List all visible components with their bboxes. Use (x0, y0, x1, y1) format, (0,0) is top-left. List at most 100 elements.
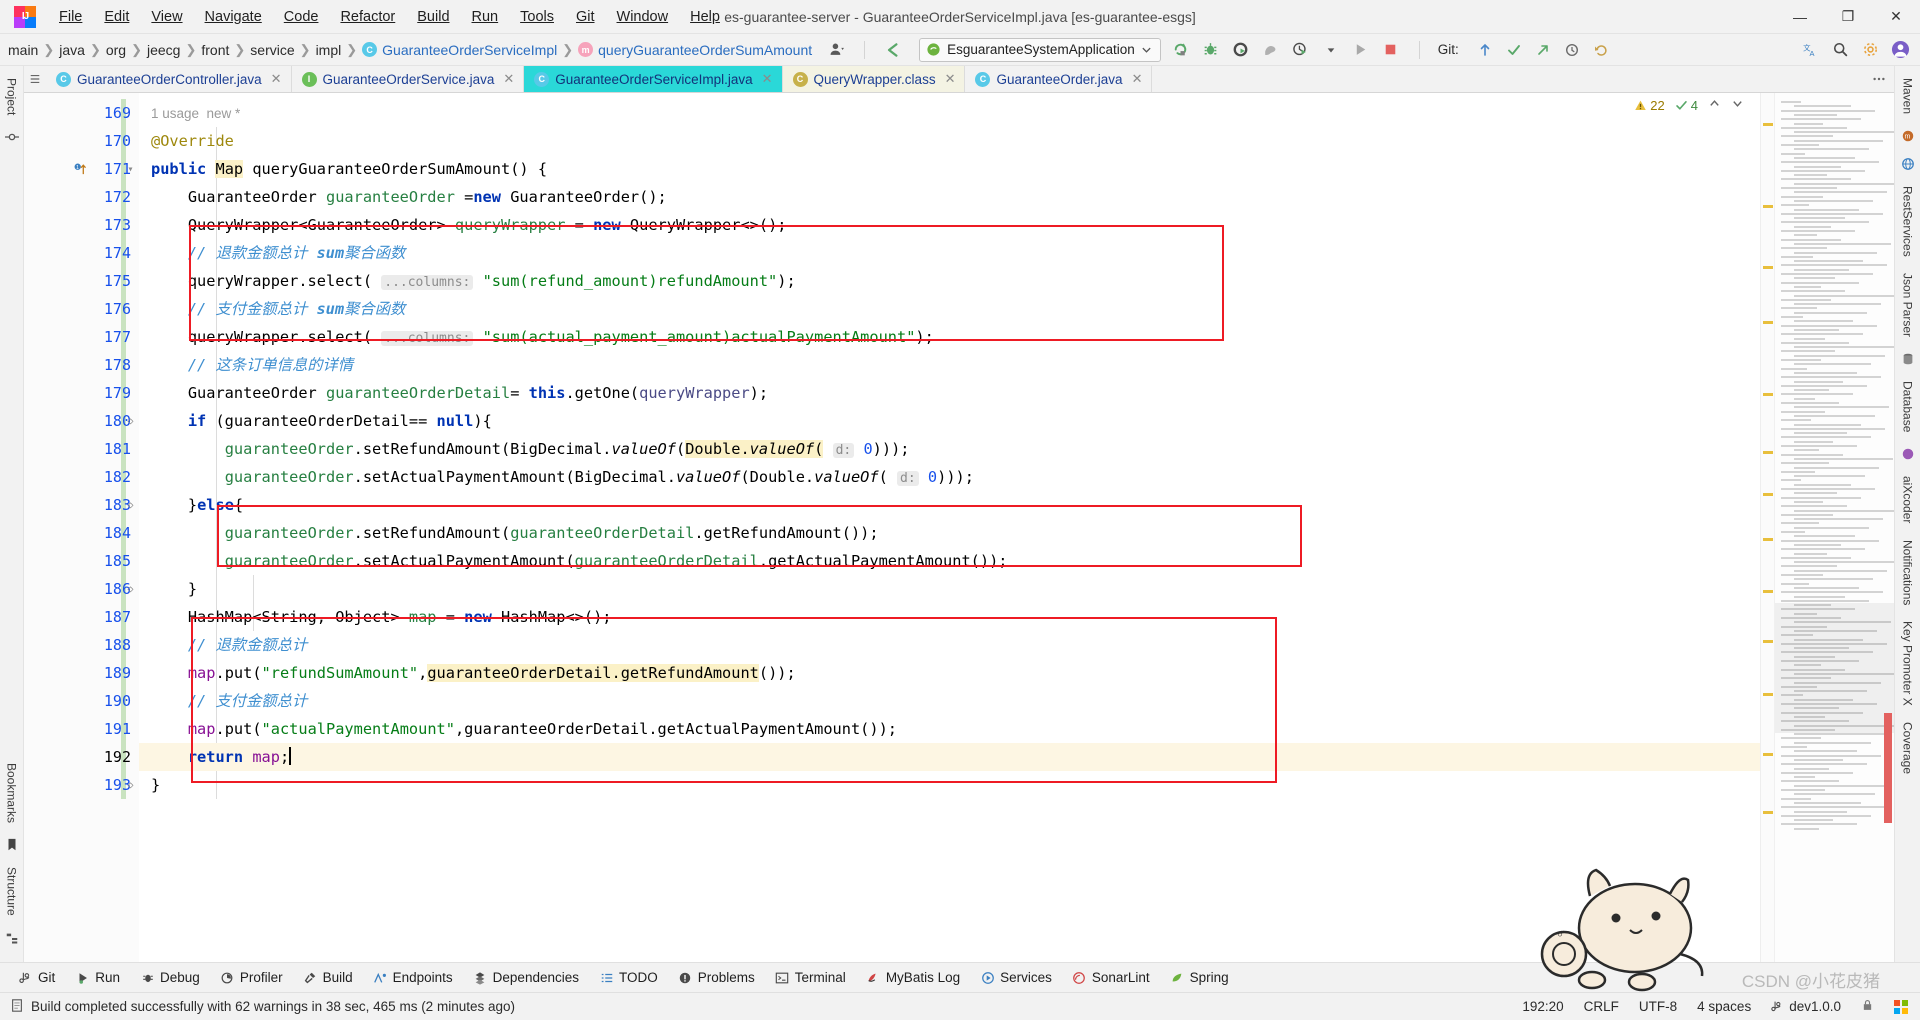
structure-rail-icon[interactable] (4, 930, 20, 946)
tab-guarantee-order-controller[interactable]: C GuaranteeOrderController.java ✕ (46, 66, 292, 92)
stripe-marker-warning[interactable] (1763, 493, 1773, 496)
gutter-line-186[interactable]: 186 ◇ (24, 575, 139, 603)
lock-icon[interactable] (1861, 998, 1874, 1015)
code-line-188[interactable]: // 退款金额总计 (139, 631, 1760, 659)
code-line-186[interactable]: } (139, 575, 1760, 603)
gutter-line-189[interactable]: 189 (24, 659, 139, 687)
close-icon[interactable]: ✕ (945, 71, 956, 87)
stripe-marker-warning[interactable] (1763, 538, 1773, 541)
breadcrumb-java[interactable]: java ❯ (59, 42, 106, 58)
git-push-icon[interactable] (1533, 40, 1553, 60)
run-configuration-selector[interactable]: EsguaranteeSystemApplication (919, 37, 1161, 62)
stripe-marker-warning[interactable] (1763, 693, 1773, 696)
tab-overflow-button[interactable] (1864, 66, 1894, 92)
toolwindow-services[interactable]: Services (970, 965, 1062, 991)
code-line-178[interactable]: // 这条订单信息的详情 (139, 351, 1760, 379)
gutter-line-193[interactable]: 193 ◇ (24, 771, 139, 799)
gutter-line-179[interactable]: 179 (24, 379, 139, 407)
minimap-viewport[interactable] (1775, 603, 1894, 733)
menu-edit[interactable]: Edit (93, 5, 140, 29)
close-icon[interactable]: ✕ (271, 71, 282, 87)
indent-setting[interactable]: 4 spaces (1697, 999, 1751, 1014)
gutter-line-176[interactable]: 176 (24, 295, 139, 323)
toolwindow-endpoints[interactable]: Endpoints (363, 965, 463, 991)
git-rollback-icon[interactable] (1591, 40, 1611, 60)
menu-run[interactable]: Run (461, 5, 510, 29)
settings-icon[interactable] (1860, 40, 1880, 60)
profiler-icon[interactable] (1261, 40, 1281, 60)
stripe-marker-warning[interactable] (1763, 811, 1773, 814)
breadcrumb-impl[interactable]: impl ❯ (316, 42, 363, 58)
gutter-line-180[interactable]: 180 ◇ (24, 407, 139, 435)
minimize-button[interactable]: — (1776, 0, 1824, 34)
gutter-line-182[interactable]: 182 (24, 463, 139, 491)
sidebar-item-notifications[interactable]: Notifications (1901, 534, 1915, 611)
gutter-line-171[interactable]: 1 171 ▾ (24, 155, 139, 183)
gutter-line-169[interactable]: 169 (24, 99, 139, 127)
stop-icon[interactable] (1381, 40, 1401, 60)
stripe-marker-warning[interactable] (1763, 266, 1773, 269)
code-line-182[interactable]: guaranteeOrder.setActualPaymentAmount(Bi… (139, 463, 1760, 491)
code-line-183[interactable]: }else{ (139, 491, 1760, 519)
menu-code[interactable]: Code (273, 5, 330, 29)
menu-refactor[interactable]: Refactor (329, 5, 406, 29)
user-avatar-icon[interactable] (1890, 40, 1910, 60)
run-with-coverage-icon[interactable] (1231, 40, 1251, 60)
code-line-189[interactable]: map.put("refundSumAmount",guaranteeOrder… (139, 659, 1760, 687)
check-count[interactable]: 4 (1675, 98, 1698, 113)
stripe-marker-warning[interactable] (1763, 393, 1773, 396)
error-stripe[interactable] (1760, 93, 1774, 962)
tab-guarantee-order[interactable]: C GuaranteeOrder.java ✕ (965, 66, 1153, 92)
code-fold-toggle-icon[interactable]: ◇ (126, 780, 135, 791)
code-fold-toggle-icon[interactable]: ◇ (126, 500, 135, 511)
next-problem-button[interactable] (1731, 97, 1744, 113)
gutter-line-177[interactable]: 177 (24, 323, 139, 351)
bookmark-rail-icon[interactable] (4, 837, 20, 853)
sidebar-item-structure[interactable]: Structure (5, 861, 19, 922)
breadcrumb-main[interactable]: main ❯ (8, 42, 59, 58)
toolwindow-profiler[interactable]: Profiler (210, 965, 293, 991)
menu-navigate[interactable]: Navigate (194, 5, 273, 29)
sidebar-item-restservices[interactable]: RestServices (1901, 180, 1915, 263)
account-icon[interactable] (826, 40, 846, 60)
caret-position[interactable]: 192:20 (1522, 999, 1563, 1014)
gutter-line-184[interactable]: 184 (24, 519, 139, 547)
gutter-line-188[interactable]: 188 (24, 631, 139, 659)
stripe-marker-warning[interactable] (1763, 590, 1773, 593)
run-icon[interactable] (1351, 40, 1371, 60)
code-line-181[interactable]: guaranteeOrder.setRefundAmount(BigDecima… (139, 435, 1760, 463)
toolwindow-problems[interactable]: Problems (668, 965, 765, 991)
warning-count[interactable]: 22 (1634, 98, 1665, 113)
toolwindow-spring[interactable]: Spring (1160, 965, 1239, 991)
breadcrumb-service[interactable]: service ❯ (250, 42, 315, 58)
file-encoding[interactable]: UTF-8 (1639, 999, 1677, 1014)
sidebar-item-coverage[interactable]: Coverage (1901, 716, 1915, 780)
toolwindow-terminal[interactable]: Terminal (765, 965, 856, 991)
debug-icon[interactable] (1201, 40, 1221, 60)
gutter-line-192[interactable]: 192 (24, 743, 139, 771)
menu-file[interactable]: File (48, 5, 93, 29)
toolwindow-todo[interactable]: TODO (589, 965, 668, 991)
run-history-icon[interactable] (1291, 40, 1311, 60)
gutter-line-172[interactable]: 172 (24, 183, 139, 211)
code-line-173[interactable]: QueryWrapper<GuaranteeOrder> queryWrappe… (139, 211, 1760, 239)
back-arrow-icon[interactable] (883, 40, 903, 60)
code-line-176[interactable]: // 支付金额总计 sum聚合函数 (139, 295, 1760, 323)
code-line-169[interactable]: 1 usage new * (139, 99, 1760, 127)
search-everywhere-icon[interactable] (1830, 40, 1850, 60)
gutter-line-181[interactable]: 181 (24, 435, 139, 463)
gutter-line-185[interactable]: 185 (24, 547, 139, 575)
sidebar-item-json-parser[interactable]: Json Parser (1901, 267, 1915, 343)
toolwindow-dependencies[interactable]: Dependencies (463, 965, 589, 991)
toolwindow-build[interactable]: Build (293, 965, 363, 991)
build-status-message[interactable]: Build completed successfully with 62 war… (10, 998, 515, 1016)
tab-list-icon[interactable] (24, 66, 46, 92)
code-line-193[interactable]: } (139, 771, 1760, 799)
toolwindow-debug[interactable]: Debug (130, 965, 210, 991)
database-icon[interactable] (1900, 351, 1916, 367)
code-fold-toggle-icon[interactable]: ◇ (126, 416, 135, 427)
close-icon[interactable]: ✕ (762, 71, 773, 87)
maximize-button[interactable]: ❐ (1824, 0, 1872, 34)
gutter-line-170[interactable]: 170 (24, 127, 139, 155)
code-line-187[interactable]: HashMap<String, Object> map = new HashMa… (139, 603, 1760, 631)
